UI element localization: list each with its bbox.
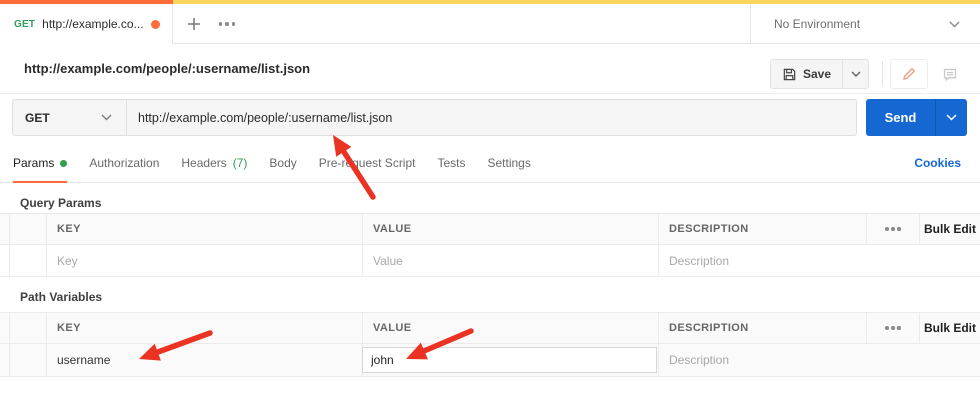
tab-params-label: Params [13, 156, 55, 170]
environment-value: No Environment [774, 17, 861, 31]
params-active-dot [60, 159, 68, 167]
column-options-button[interactable] [867, 313, 920, 343]
row-select-strip [0, 214, 10, 244]
bulk-edit-button[interactable]: Bulk Edit [920, 214, 980, 244]
col-value: VALUE [373, 322, 412, 334]
tab-headers[interactable]: Headers (7) [181, 144, 247, 183]
row-handle-cell [10, 245, 47, 276]
chevron-down-icon [101, 114, 112, 121]
request-tab-bar: GET http://example.co... No Environment [0, 0, 980, 44]
tab-body[interactable]: Body [269, 144, 296, 183]
chevron-down-icon [946, 114, 957, 121]
send-button[interactable]: Send [866, 99, 935, 136]
col-value: VALUE [373, 223, 412, 235]
chevron-down-icon [949, 21, 960, 27]
col-description: DESCRIPTION [669, 223, 749, 235]
environment-selector[interactable]: No Environment [750, 4, 980, 44]
col-key: KEY [57, 223, 81, 235]
url-bar: GET [12, 99, 857, 136]
header-divider [882, 61, 883, 86]
query-params-empty-row [0, 245, 980, 277]
query-params-header-row: KEY VALUE DESCRIPTION Bulk Edit [0, 213, 980, 245]
tab-tests[interactable]: Tests [437, 144, 465, 183]
tab-pre-request-script[interactable]: Pre-request Script [319, 144, 416, 183]
path-description-input[interactable] [669, 353, 980, 367]
col-key: KEY [57, 322, 81, 334]
request-tab-active[interactable]: GET http://example.co... [0, 4, 173, 44]
query-key-input[interactable] [57, 253, 362, 268]
active-tab-indicator [13, 180, 68, 183]
send-split-button: Send [866, 99, 967, 136]
path-variables-header-row: KEY VALUE DESCRIPTION Bulk Edit [0, 312, 980, 344]
request-subtabs: Params Authorization Headers (7) Body Pr… [0, 144, 980, 183]
more-actions-icon [885, 227, 889, 231]
query-description-input[interactable] [669, 253, 980, 268]
row-handle-cell [10, 313, 47, 343]
save-options-button[interactable] [842, 60, 868, 88]
plus-icon [188, 18, 200, 30]
tab-authorization[interactable]: Authorization [89, 144, 159, 183]
path-key-input[interactable] [57, 353, 362, 367]
bulk-edit-button[interactable]: Bulk Edit [920, 313, 980, 343]
chevron-down-icon [851, 71, 860, 77]
active-tab-accent [0, 0, 173, 4]
request-title: http://example.com/people/:username/list… [24, 61, 311, 76]
headers-count: (7) [232, 156, 248, 170]
pencil-icon [903, 67, 916, 80]
send-options-button[interactable] [935, 99, 967, 136]
save-label: Save [802, 67, 832, 81]
tab-params[interactable]: Params [13, 144, 68, 183]
row-handle-cell [10, 214, 47, 244]
save-button[interactable]: Save [771, 60, 842, 88]
tab-method-label: GET [14, 18, 36, 30]
query-params-title: Query Params [20, 196, 102, 210]
path-variables-title: Path Variables [20, 290, 103, 304]
col-description: DESCRIPTION [669, 322, 749, 334]
comment-icon [943, 68, 957, 81]
column-options-button[interactable] [867, 214, 920, 244]
row-select-strip [0, 245, 10, 276]
postman-request-view: GET http://example.co... No Environment … [0, 0, 980, 409]
save-split-button: Save [770, 59, 869, 89]
tab-title: http://example.co... [42, 17, 144, 31]
new-tab-button[interactable] [179, 4, 209, 44]
unsaved-changes-dot [151, 19, 160, 29]
row-handle-cell [10, 344, 47, 376]
method-value: GET [25, 110, 50, 125]
more-actions-icon [885, 326, 889, 330]
send-label: Send [884, 110, 917, 125]
method-dropdown[interactable]: GET [13, 100, 127, 135]
save-icon [783, 68, 796, 80]
comment-button[interactable] [932, 59, 968, 89]
cookies-link[interactable]: Cookies [914, 144, 961, 183]
edit-button[interactable] [890, 59, 928, 89]
path-variable-row [0, 344, 980, 377]
ellipsis-icon [218, 22, 223, 26]
row-select-strip [0, 313, 10, 343]
tab-settings[interactable]: Settings [488, 144, 531, 183]
tab-options-button[interactable] [211, 4, 243, 44]
row-select-strip [0, 344, 10, 376]
url-input[interactable] [127, 100, 856, 135]
query-value-input[interactable] [373, 253, 658, 268]
path-value-input[interactable] [362, 347, 657, 373]
